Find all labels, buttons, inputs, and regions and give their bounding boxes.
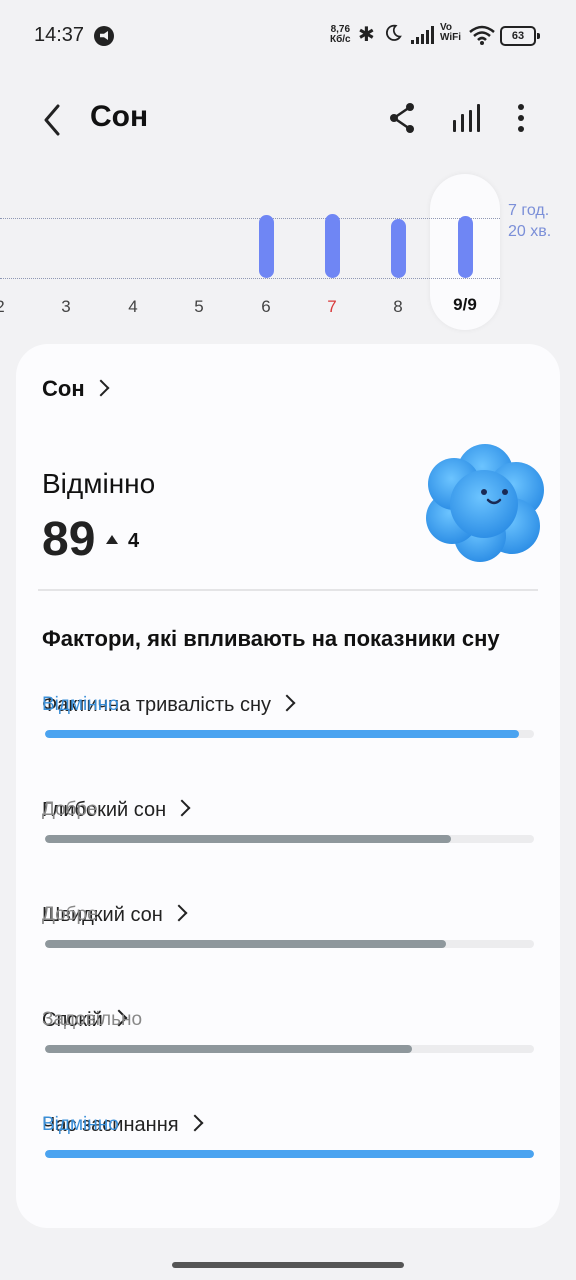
sleep-section-title: Сон <box>42 376 85 401</box>
x-tick-label[interactable]: 8 <box>378 297 418 317</box>
factors-title: Фактори, які впливають на показники сну <box>42 626 500 651</box>
score-delta-value: 4 <box>128 530 140 552</box>
stats-icon[interactable] <box>450 100 482 136</box>
x-tick-label[interactable]: 2 <box>0 297 20 317</box>
x-tick-label[interactable]: 9/9 <box>445 295 485 315</box>
factor-progress-track <box>45 1150 534 1158</box>
sleep-bar[interactable] <box>458 216 473 278</box>
back-icon[interactable] <box>36 100 72 140</box>
x-tick-label[interactable]: 5 <box>179 297 219 317</box>
factor-progress-track <box>45 730 534 738</box>
sleep-score: 89 <box>42 513 96 566</box>
status-bar: 14:37 8,76 Кб/с ✱ Vo WiFi 63 <box>0 0 576 70</box>
factor-row[interactable]: Фактична тривалість сну Відмінно <box>42 694 534 754</box>
page-title: Сон <box>90 100 149 133</box>
factor-status: Відмінно <box>42 694 119 715</box>
factor-progress-fill <box>45 730 520 738</box>
factor-status: Добре <box>42 799 98 820</box>
baseline-gridline <box>0 278 500 279</box>
goal-label-minutes: 20 хв. <box>508 223 552 240</box>
network-speed-unit: Кб/с <box>330 34 351 45</box>
vowifi-bottom: WiFi <box>440 32 462 43</box>
x-tick-label[interactable]: 3 <box>46 297 86 317</box>
wifi-icon <box>469 25 495 45</box>
sleep-section-link[interactable]: Сон <box>42 376 110 402</box>
gesture-nav-bar[interactable] <box>172 1262 404 1268</box>
factor-status: Відмінно <box>42 1114 119 1135</box>
triangle-up-icon <box>106 535 118 544</box>
factor-status: Добре <box>42 904 98 925</box>
factor-status: Задовільно <box>42 1009 143 1030</box>
factor-progress-track <box>45 940 534 948</box>
moon-icon <box>385 24 402 41</box>
sleep-rating: Відмінно <box>42 468 156 499</box>
network-speed: 8,76 Кб/с <box>330 25 351 45</box>
factor-progress-fill <box>45 835 451 843</box>
x-tick-label[interactable]: 7 <box>312 297 352 317</box>
factor-progress-fill <box>45 1150 534 1158</box>
record-icon <box>94 26 114 46</box>
factor-progress-track <box>45 1045 534 1053</box>
factor-row[interactable]: Швидкий сон Добре <box>42 904 534 964</box>
sleep-bar[interactable] <box>391 218 406 278</box>
x-tick-label[interactable]: 4 <box>113 297 153 317</box>
chevron-right-icon <box>92 379 110 397</box>
more-icon[interactable] <box>505 100 537 136</box>
battery-icon: 63 <box>500 26 540 46</box>
signal-icon <box>411 26 434 44</box>
goal-label: 7 год. 20 хв. <box>508 200 551 242</box>
factor-row[interactable]: Час засинання Відмінно <box>42 1114 534 1174</box>
factor-progress-fill <box>45 940 446 948</box>
goal-label-hours: 7 год. <box>508 202 550 219</box>
factor-row[interactable]: Спокій Задовільно <box>42 1009 534 1069</box>
sleep-card: Сон Відмінно 89 4 Фактори, які впливають… <box>16 344 560 1228</box>
divider <box>38 589 538 591</box>
bluetooth-icon: ✱ <box>358 24 375 46</box>
x-tick-label[interactable]: 6 <box>246 297 286 317</box>
share-icon[interactable] <box>386 100 418 136</box>
blue-cloud-mascot-icon <box>426 444 544 562</box>
factor-progress-fill <box>45 1045 412 1053</box>
sleep-bar[interactable] <box>259 215 274 278</box>
score-delta: 4 <box>106 530 139 553</box>
factor-progress-track <box>45 835 534 843</box>
vowifi-indicator: Vo WiFi <box>440 23 461 43</box>
factor-row[interactable]: Глибокий сон Добре <box>42 799 534 859</box>
sleep-chart: 7 год. 20 хв. 2 3 4 5 6 7 8 9/9 <box>0 170 576 340</box>
sleep-bar[interactable] <box>325 213 340 278</box>
goal-gridline <box>0 218 500 219</box>
status-time: 14:37 <box>34 24 85 46</box>
